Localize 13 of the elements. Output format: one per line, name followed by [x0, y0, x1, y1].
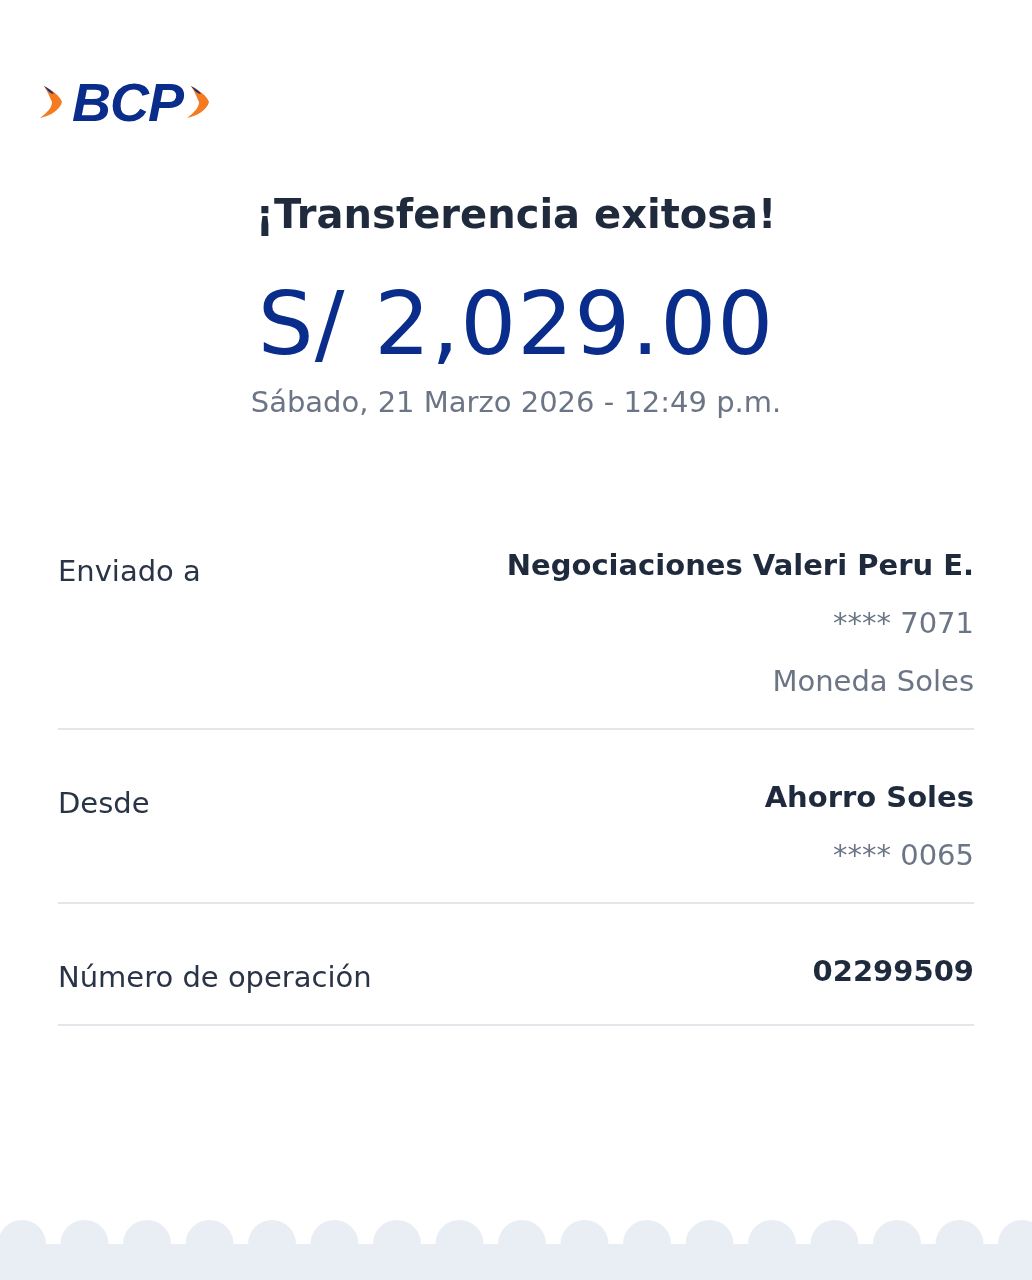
transfer-amount: S/ 2,029.00 — [256, 274, 776, 374]
bank-logo: BCP — [72, 75, 183, 129]
detail-value: Negociaciones Valeri Peru E. — [506, 547, 974, 584]
detail-value: **** 0065 — [832, 837, 974, 874]
detail-value: Ahorro Soles — [764, 779, 974, 816]
transfer-date: Sábado, 21 Marzo 2026 - 12:49 p.m. — [249, 384, 783, 421]
detail-value: Moneda Soles — [772, 663, 974, 700]
detail-value: 02299509 — [812, 953, 974, 990]
detail-value: **** 7071 — [832, 605, 974, 642]
detail-label: Enviado a — [58, 553, 201, 590]
detail-label: Desde — [58, 785, 150, 822]
detail-label: Número de operación — [58, 959, 372, 996]
success-title: ¡Transferencia exitosa! — [254, 190, 778, 239]
